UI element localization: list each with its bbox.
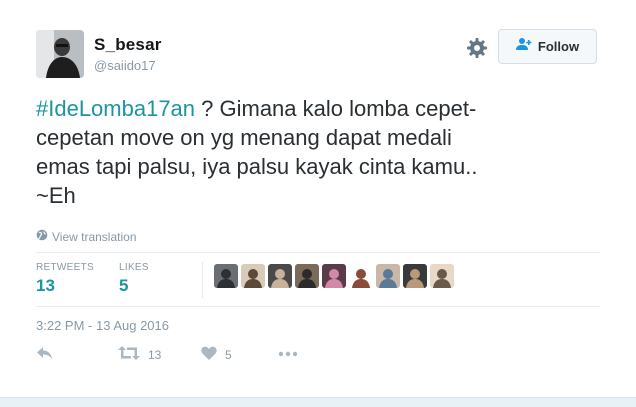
liker-avatar[interactable] (349, 264, 373, 288)
likes-label: LIKES (119, 262, 149, 273)
liker-avatar[interactable] (376, 264, 400, 288)
more-options-button[interactable] (278, 346, 298, 360)
liker-avatar[interactable] (403, 264, 427, 288)
liker-avatar[interactable] (241, 264, 265, 288)
follow-button-label: Follow (537, 39, 580, 54)
likes-count: 5 (119, 276, 129, 295)
page-bottom-strip (0, 397, 636, 407)
liker-avatar[interactable] (430, 264, 454, 288)
liker-avatar[interactable] (295, 264, 319, 288)
retweet-button[interactable]: 13 (118, 346, 161, 363)
gear-icon[interactable] (466, 37, 488, 59)
liker-avatar[interactable] (268, 264, 292, 288)
tweet-text-line2: cepetan move on yg menang dapat medali (36, 125, 452, 150)
liker-avatars (214, 264, 454, 288)
view-translation-link[interactable]: View translation (36, 229, 137, 244)
retweets-stat[interactable]: RETWEETS 13 (36, 262, 94, 296)
liker-avatar[interactable] (322, 264, 346, 288)
liker-avatar[interactable] (214, 264, 238, 288)
divider (36, 252, 600, 253)
user-handle[interactable]: @saiido17 (94, 58, 156, 73)
tweet-text-line4: ~Eh (36, 183, 76, 208)
follow-button[interactable]: Follow (498, 29, 597, 64)
divider (36, 306, 600, 307)
retweet-icon (118, 346, 140, 363)
retweets-label: RETWEETS (36, 262, 94, 273)
likes-stat[interactable]: LIKES 5 (119, 262, 149, 296)
hashtag-link[interactable]: #IdeLomba17an (36, 96, 195, 121)
heart-icon (201, 346, 217, 363)
display-name[interactable]: S_besar (94, 35, 162, 55)
globe-icon (36, 229, 48, 244)
reply-button[interactable] (36, 346, 54, 363)
reply-icon (36, 346, 54, 363)
user-avatar[interactable] (36, 30, 84, 78)
tweet-timestamp[interactable]: 3:22 PM - 13 Aug 2016 (36, 318, 169, 333)
tweet-text: #IdeLomba17an ? Gimana kalo lomba cepet-… (36, 94, 596, 210)
tweet-card: S_besar @saiido17 Follow #IdeLomba17an ?… (0, 0, 636, 397)
follow-user-icon (515, 37, 532, 56)
like-count: 5 (225, 347, 232, 362)
retweet-count: 13 (148, 347, 162, 362)
tweet-text-line1: ? Gimana kalo lomba cepet- (195, 96, 477, 121)
view-translation-label: View translation (52, 229, 137, 244)
tweet-text-line3: emas tapi palsu, iya palsu kayak cinta k… (36, 154, 478, 179)
more-icon (278, 346, 298, 360)
like-button[interactable]: 5 (201, 346, 232, 363)
stats-separator (202, 262, 203, 298)
retweets-count: 13 (36, 276, 55, 295)
